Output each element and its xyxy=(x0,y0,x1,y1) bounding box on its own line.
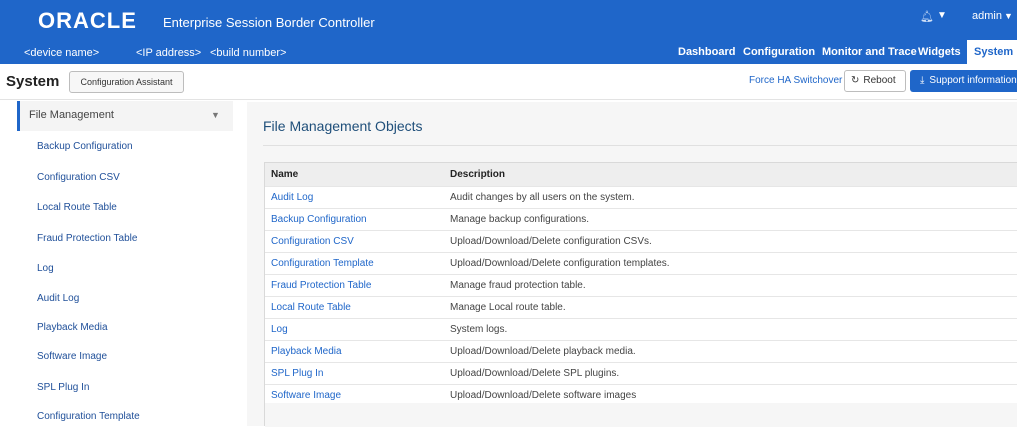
table-row[interactable]: Fraud Protection Table Manage fraud prot… xyxy=(265,275,1017,297)
ip-address: <IP address> xyxy=(136,47,202,59)
row-name-link[interactable]: Local Route Table xyxy=(271,302,351,313)
reboot-icon: ↻ xyxy=(851,75,860,86)
notification-caret-icon[interactable]: ▼ xyxy=(937,10,947,21)
table-row[interactable]: Backup Configuration Manage backup confi… xyxy=(265,209,1017,231)
sidebar-item-audit-log[interactable]: Audit Log xyxy=(37,293,79,304)
tab-monitor-and-trace[interactable]: Monitor and Trace xyxy=(822,40,917,64)
download-icon: ⤓ xyxy=(920,75,925,86)
table-row[interactable]: Playback Media Upload/Download/Delete pl… xyxy=(265,341,1017,363)
row-name-link[interactable]: Configuration CSV xyxy=(271,236,354,247)
row-name-link[interactable]: Fraud Protection Table xyxy=(271,280,371,291)
row-description: Manage fraud protection table. xyxy=(450,280,586,291)
table-row[interactable]: Configuration CSV Upload/Download/Delete… xyxy=(265,231,1017,253)
force-ha-switchover-link[interactable]: Force HA Switchover xyxy=(749,75,842,86)
sidebar-item-configuration-template[interactable]: Configuration Template xyxy=(37,411,140,422)
row-name-link[interactable]: Log xyxy=(271,324,288,335)
table-row[interactable]: Log System logs. xyxy=(265,319,1017,341)
file-management-table: Name Description Audit Log Audit changes… xyxy=(264,162,1017,427)
row-name-link[interactable]: Backup Configuration xyxy=(271,214,367,225)
table-footer xyxy=(265,403,1017,427)
table-header-row: Name Description xyxy=(265,163,1017,187)
table-row[interactable]: Local Route Table Manage Local route tab… xyxy=(265,297,1017,319)
toolbar: System Configuration Assistant Force HA … xyxy=(0,64,1017,100)
tab-system[interactable]: System xyxy=(967,40,1017,64)
sidebar-item-software-image[interactable]: Software Image xyxy=(37,351,107,362)
table-row[interactable]: Audit Log Audit changes by all users on … xyxy=(265,187,1017,209)
sidebar-section-file-management[interactable]: File Management ▼ xyxy=(17,101,233,131)
column-header-description[interactable]: Description xyxy=(450,169,505,180)
column-header-name[interactable]: Name xyxy=(271,169,298,180)
table-row[interactable]: Configuration Template Upload/Download/D… xyxy=(265,253,1017,275)
section-title: File Management Objects xyxy=(263,118,423,134)
row-description: Manage Local route table. xyxy=(450,302,566,313)
row-description: Upload/Download/Delete configuration CSV… xyxy=(450,236,652,247)
sidebar-item-playback-media[interactable]: Playback Media xyxy=(37,322,108,333)
support-information-button[interactable]: ⤓ Support information xyxy=(910,70,1017,92)
notification-bell-icon[interactable]: 🔔︎ xyxy=(920,10,934,23)
sidebar: File Management ▼ Backup Configuration C… xyxy=(0,100,244,426)
page-title: System xyxy=(6,73,60,90)
row-description: Audit changes by all users on the system… xyxy=(450,192,635,203)
oracle-logo: ORACLE xyxy=(38,8,137,33)
reboot-button[interactable]: ↻ Reboot xyxy=(844,70,906,92)
row-description: Upload/Download/Delete configuration tem… xyxy=(450,258,670,269)
row-description: Upload/Download/Delete SPL plugins. xyxy=(450,368,620,379)
reboot-label: Reboot xyxy=(863,75,896,86)
divider xyxy=(263,145,1017,146)
row-description: Upload/Download/Delete playback media. xyxy=(450,346,636,357)
product-title: Enterprise Session Border Controller xyxy=(163,15,375,30)
chevron-down-icon[interactable]: ▼ xyxy=(211,110,220,120)
top-bar: ORACLE Enterprise Session Border Control… xyxy=(0,0,1017,64)
row-name-link[interactable]: SPL Plug In xyxy=(271,368,323,379)
tab-widgets[interactable]: Widgets xyxy=(918,40,961,64)
row-name-link[interactable]: Playback Media xyxy=(271,346,342,357)
tab-dashboard[interactable]: Dashboard xyxy=(678,40,735,64)
tab-configuration[interactable]: Configuration xyxy=(743,40,815,64)
user-menu[interactable]: admin xyxy=(972,10,1002,22)
row-description: System logs. xyxy=(450,324,508,335)
sidebar-item-backup-configuration[interactable]: Backup Configuration xyxy=(37,141,133,152)
build-number: <build number> xyxy=(210,47,287,59)
row-description: Upload/Download/Delete software images xyxy=(450,390,637,401)
sidebar-item-spl-plug-in[interactable]: SPL Plug In xyxy=(37,382,89,393)
sidebar-item-log[interactable]: Log xyxy=(37,263,54,274)
table-row[interactable]: SPL Plug In Upload/Download/Delete SPL p… xyxy=(265,363,1017,385)
row-name-link[interactable]: Configuration Template xyxy=(271,258,374,269)
device-name: <device name> xyxy=(24,47,100,59)
sidebar-item-local-route-table[interactable]: Local Route Table xyxy=(37,202,117,213)
sidebar-section-label: File Management xyxy=(29,109,114,121)
sidebar-item-fraud-protection-table[interactable]: Fraud Protection Table xyxy=(37,233,137,244)
user-caret-icon[interactable]: ▼ xyxy=(1004,11,1013,21)
row-name-link[interactable]: Audit Log xyxy=(271,192,313,203)
configuration-assistant-button[interactable]: Configuration Assistant xyxy=(69,71,184,93)
row-name-link[interactable]: Software Image xyxy=(271,390,341,401)
main-content: File Management Objects Name Description… xyxy=(247,102,1017,427)
sidebar-item-configuration-csv[interactable]: Configuration CSV xyxy=(37,172,120,183)
support-label: Support information xyxy=(929,75,1017,86)
row-description: Manage backup configurations. xyxy=(450,214,589,225)
